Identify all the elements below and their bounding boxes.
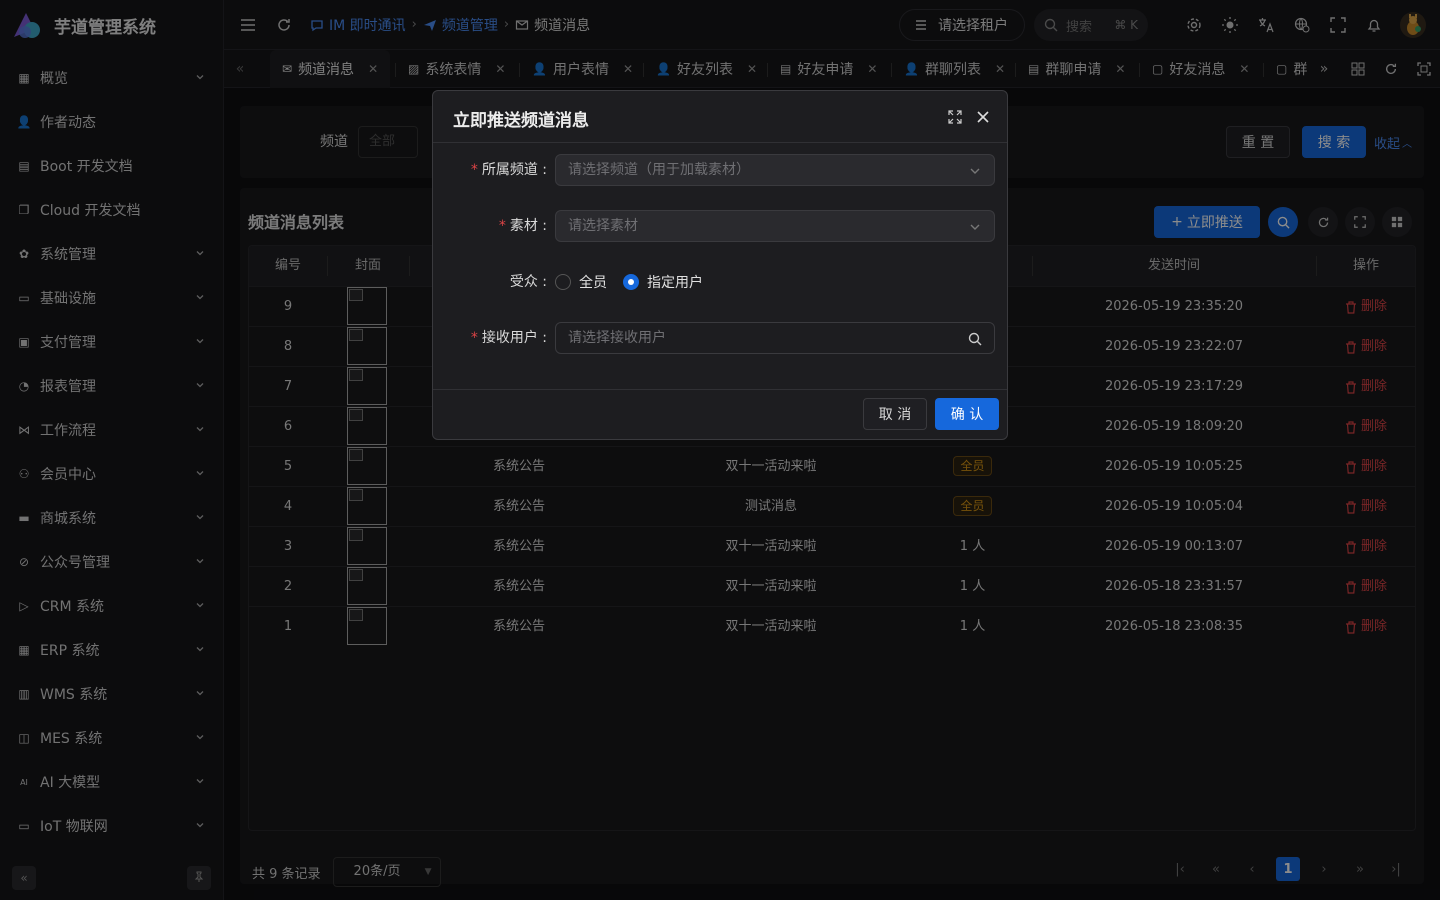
- receiver-placeholder: 请选择接收用户: [568, 330, 666, 346]
- search-icon[interactable]: [968, 332, 982, 346]
- audience-label: 受众 :: [509, 274, 547, 290]
- dialog-maximize-button[interactable]: [947, 109, 963, 125]
- confirm-button[interactable]: 确 认: [935, 398, 999, 430]
- receiver-label: * 接收用户 :: [470, 330, 547, 346]
- channel-placeholder: 请选择频道（用于加载素材）: [568, 162, 750, 178]
- radio-unchecked-icon: [555, 274, 571, 290]
- push-message-dialog: 立即推送频道消息 * 所属频道 : 请选择频道（用于加载素材） * 素材 : 请选择…: [432, 90, 1008, 440]
- audience-option-specified[interactable]: 指定用户: [623, 272, 703, 292]
- audience-option-label: 全员: [579, 275, 607, 291]
- audience-option-all[interactable]: 全员: [555, 272, 607, 292]
- form-row-channel: * 所属频道 : 请选择频道（用于加载素材）: [433, 154, 1007, 186]
- dialog-header: 立即推送频道消息: [433, 91, 1007, 143]
- expand-icon: [948, 110, 962, 124]
- channel-label: * 所属频道 :: [470, 162, 547, 178]
- dialog-title: 立即推送频道消息: [453, 111, 589, 131]
- form-row-audience: 受众 : 全员 指定用户: [433, 266, 1007, 298]
- chevron-down-icon: [970, 168, 980, 174]
- chevron-down-icon: [970, 224, 980, 230]
- material-select[interactable]: 请选择素材: [555, 210, 995, 242]
- cancel-button[interactable]: 取 消: [863, 398, 927, 430]
- material-label: * 素材 :: [498, 218, 547, 234]
- form-row-receiver: * 接收用户 : 请选择接收用户: [433, 322, 1007, 354]
- close-icon: [977, 111, 989, 123]
- audience-radio-group: 全员 指定用户: [555, 266, 703, 298]
- app-root: 芋道管理系统 ▦ 概览 👤 作者动态 ▤ Boot 开发文档 ❐ Cloud 开发文档 ✿ 系统管…: [0, 0, 1440, 900]
- material-placeholder: 请选择素材: [568, 218, 638, 234]
- dialog-footer: 取 消 确 认: [433, 389, 1007, 439]
- dialog-close-button[interactable]: [975, 109, 991, 125]
- receiver-input[interactable]: 请选择接收用户: [555, 322, 995, 354]
- radio-checked-icon: [623, 274, 639, 290]
- form-row-material: * 素材 : 请选择素材: [433, 210, 1007, 242]
- audience-option-label: 指定用户: [647, 275, 703, 291]
- channel-select[interactable]: 请选择频道（用于加载素材）: [555, 154, 995, 186]
